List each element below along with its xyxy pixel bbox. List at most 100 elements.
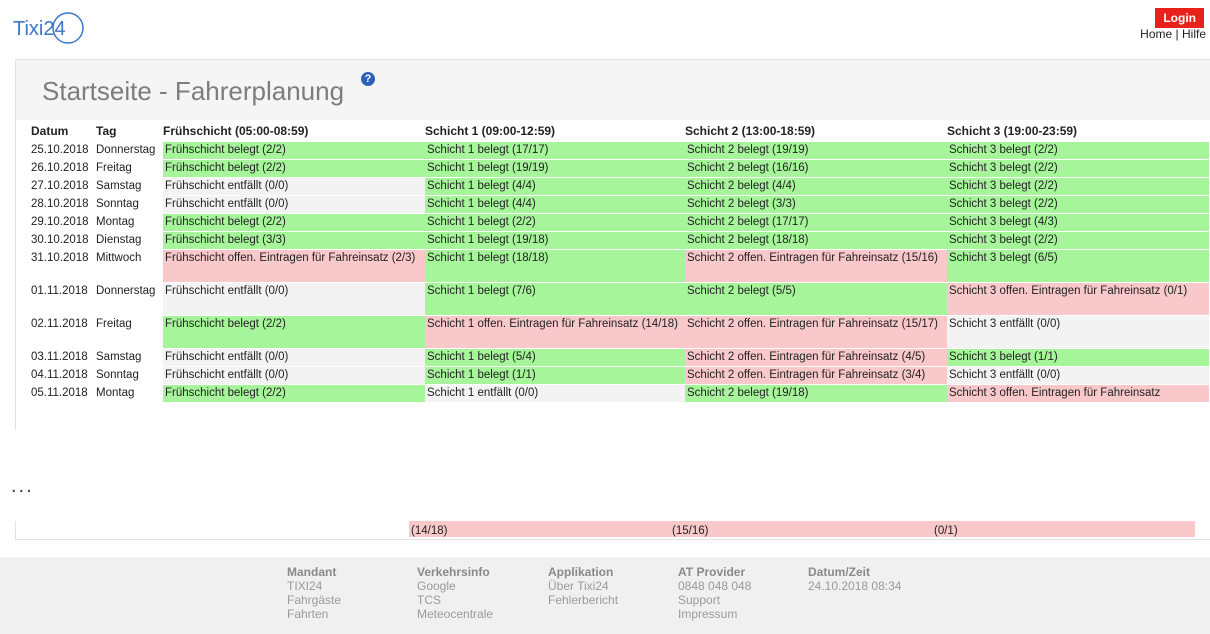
cell-schicht3: Schicht 3 belegt (2/2)	[947, 160, 1209, 177]
table-row: 01.11.2018 Donnerstag Frühschicht entfällt…	[16, 283, 1210, 315]
cell-schicht2[interactable]: Schicht 2 offen. Eintragen für Fahreinsa…	[685, 316, 947, 348]
question-circle-icon[interactable]: ?	[361, 72, 375, 86]
cell-schicht3[interactable]: Schicht 3 offen. Eintragen für Fahreinsa…	[947, 385, 1209, 402]
main-panel: Startseite - Fahrerplanung ? Datum Tag F…	[15, 59, 1210, 430]
cell-schicht2: Schicht 2 belegt (16/16)	[685, 160, 947, 177]
table-row: 30.10.2018 Dienstag Frühschicht belegt (3/…	[16, 232, 1210, 249]
cell-schicht2: Schicht 2 belegt (3/3)	[685, 196, 947, 213]
cell-schicht1: Schicht 1 belegt (1/1)	[425, 367, 685, 384]
footer-heading: Verkehrsinfo	[417, 565, 490, 579]
cell-date: 27.10.2018	[31, 180, 89, 192]
header-schicht1: Schicht 1 (09:00-12:59)	[425, 124, 556, 138]
cell-schicht1: Schicht 1 belegt (7/6)	[425, 283, 685, 315]
table-fragment: (14/18) (15/16) (0/1)	[15, 521, 1210, 540]
footer-col-datum-zeit: Datum/Zeit 24.10.2018 08:34	[808, 565, 901, 593]
cell-schicht2: Schicht 2 belegt (19/18)	[685, 385, 947, 402]
cell-schicht1: Schicht 1 entfällt (0/0)	[425, 385, 685, 402]
table-row: 31.10.2018 Mittwoch Frühschicht offen. Ein…	[16, 250, 1210, 282]
cell-date: 02.11.2018	[31, 318, 88, 330]
cell-date: 30.10.2018	[31, 234, 89, 246]
tixi24-logo[interactable]: Tixi24	[10, 8, 90, 48]
footer-link[interactable]: Impressum	[678, 607, 751, 621]
cell-schicht2[interactable]: Schicht 2 offen. Eintragen für Fahreinsa…	[685, 250, 947, 282]
footer-link[interactable]: TCS	[417, 593, 493, 607]
cell-day: Donnerstag	[96, 285, 156, 297]
footer-link[interactable]: 0848 048 048	[678, 579, 751, 593]
table-row: 03.11.2018 Samstag Frühschicht entfällt (0…	[16, 349, 1210, 366]
cell-schicht3: Schicht 3 belegt (2/2)	[947, 142, 1209, 159]
footer-heading: AT Provider	[678, 565, 746, 579]
cell-schicht2[interactable]: Schicht 2 offen. Eintragen für Fahreinsa…	[685, 367, 947, 384]
cell-date: 29.10.2018	[31, 216, 89, 228]
footer-link[interactable]: TIXI24	[287, 579, 341, 593]
shift-table: Datum Tag Frühschicht (05:00-08:59) Schi…	[16, 120, 1210, 430]
cell-date: 31.10.2018	[31, 252, 89, 264]
cell-schicht2: Schicht 2 belegt (5/5)	[685, 283, 947, 315]
cell-fruehschicht: Frühschicht belegt (2/2)	[163, 214, 425, 231]
home-link[interactable]: Home	[1140, 27, 1172, 41]
table-row: 28.10.2018 Sonntag Frühschicht entfällt (0…	[16, 196, 1210, 213]
cell-day: Sonntag	[96, 198, 139, 210]
header-schicht3: Schicht 3 (19:00-23:59)	[947, 124, 1078, 138]
table-row: 25.10.2018 Donnerstag Frühschicht belegt (…	[16, 142, 1210, 159]
fragment-schicht2[interactable]: (15/16)	[670, 521, 932, 537]
cell-date: 26.10.2018	[31, 162, 89, 174]
footer-link[interactable]: Google	[417, 579, 493, 593]
cell-schicht1[interactable]: Schicht 1 offen. Eintragen für Fahreinsa…	[425, 316, 685, 348]
fragment-schicht1[interactable]: (14/18)	[409, 521, 670, 537]
table-row: 29.10.2018 Montag Frühschicht belegt (2/2)…	[16, 214, 1210, 231]
cell-fruehschicht: Frühschicht entfällt (0/0)	[163, 178, 425, 195]
cell-date: 03.11.2018	[31, 351, 88, 363]
footer-link[interactable]: Support	[678, 593, 751, 607]
cell-day: Donnerstag	[96, 144, 156, 156]
cell-fruehschicht: Frühschicht belegt (2/2)	[163, 160, 425, 177]
cell-schicht1: Schicht 1 belegt (2/2)	[425, 214, 685, 231]
cell-day: Freitag	[96, 318, 132, 330]
cell-fruehschicht: Frühschicht belegt (3/3)	[163, 232, 425, 249]
header-datum: Datum	[31, 124, 69, 138]
logo-text: Tixi24	[13, 18, 66, 40]
footer-link[interactable]: Fahrgäste	[287, 593, 341, 607]
login-button[interactable]: Login	[1155, 8, 1204, 28]
cell-schicht3[interactable]: Schicht 3 offen. Eintragen für Fahreinsa…	[947, 283, 1209, 315]
cell-schicht2: Schicht 2 belegt (18/18)	[685, 232, 947, 249]
cell-schicht1: Schicht 1 belegt (5/4)	[425, 349, 685, 366]
table-row: 26.10.2018 Freitag Frühschicht belegt (2/2…	[16, 160, 1210, 177]
cell-date: 05.11.2018	[31, 387, 88, 399]
footer-link[interactable]: Meteocentrale	[417, 607, 493, 621]
cell-schicht2[interactable]: Schicht 2 offen. Eintragen für Fahreinsa…	[685, 349, 947, 366]
cell-schicht3: Schicht 3 belegt (2/2)	[947, 196, 1209, 213]
cell-schicht3: Schicht 3 entfällt (0/0)	[947, 367, 1209, 384]
cell-schicht3: Schicht 3 entfällt (0/0)	[947, 316, 1209, 348]
footer-link[interactable]: Fehlerbericht	[548, 593, 618, 607]
cell-schicht1: Schicht 1 belegt (17/17)	[425, 142, 685, 159]
cell-schicht1: Schicht 1 belegt (18/18)	[425, 250, 685, 282]
cell-schicht1: Schicht 1 belegt (19/18)	[425, 232, 685, 249]
table-row: 05.11.2018 Montag Frühschicht belegt (2/2)…	[16, 385, 1210, 402]
cell-schicht3: Schicht 3 belegt (1/1)	[947, 349, 1209, 366]
cell-schicht1: Schicht 1 belegt (19/19)	[425, 160, 685, 177]
footer-heading: Applikation	[548, 565, 614, 579]
cell-fruehschicht[interactable]: Frühschicht offen. Eintragen für Fahrein…	[163, 250, 425, 282]
footer-link[interactable]: Über Tixi24	[548, 579, 618, 593]
fragment-schicht3[interactable]: (0/1)	[932, 521, 1195, 537]
cell-day: Samstag	[96, 180, 142, 192]
table-row: 02.11.2018 Freitag Frühschicht belegt (2/2…	[16, 316, 1210, 348]
help-link[interactable]: Hilfe	[1182, 27, 1206, 41]
cell-date: 28.10.2018	[31, 198, 89, 210]
cell-schicht3: Schicht 3 belegt (4/3)	[947, 214, 1209, 231]
cell-day: Dienstag	[96, 234, 142, 246]
cell-fruehschicht: Frühschicht entfällt (0/0)	[163, 283, 425, 315]
header-fruehschicht: Frühschicht (05:00-08:59)	[163, 124, 309, 138]
header-schicht2: Schicht 2 (13:00-18:59)	[685, 124, 816, 138]
cell-fruehschicht: Frühschicht entfällt (0/0)	[163, 349, 425, 366]
footer-link[interactable]: Fahrten	[287, 607, 341, 621]
footer: Mandant TIXI24 Fahrgäste Fahrten Verkehr…	[0, 557, 1210, 634]
footer-col-applikation: Applikation Über Tixi24 Fehlerbericht	[548, 565, 618, 607]
cell-schicht1: Schicht 1 belegt (4/4)	[425, 178, 685, 195]
table-row: 27.10.2018 Samstag Frühschicht entfällt (0…	[16, 178, 1210, 195]
page-title: Startseite - Fahrerplanung	[42, 76, 345, 106]
cell-date: 01.11.2018	[31, 285, 88, 297]
cell-day: Montag	[96, 216, 135, 228]
footer-datetime: 24.10.2018 08:34	[808, 579, 902, 593]
